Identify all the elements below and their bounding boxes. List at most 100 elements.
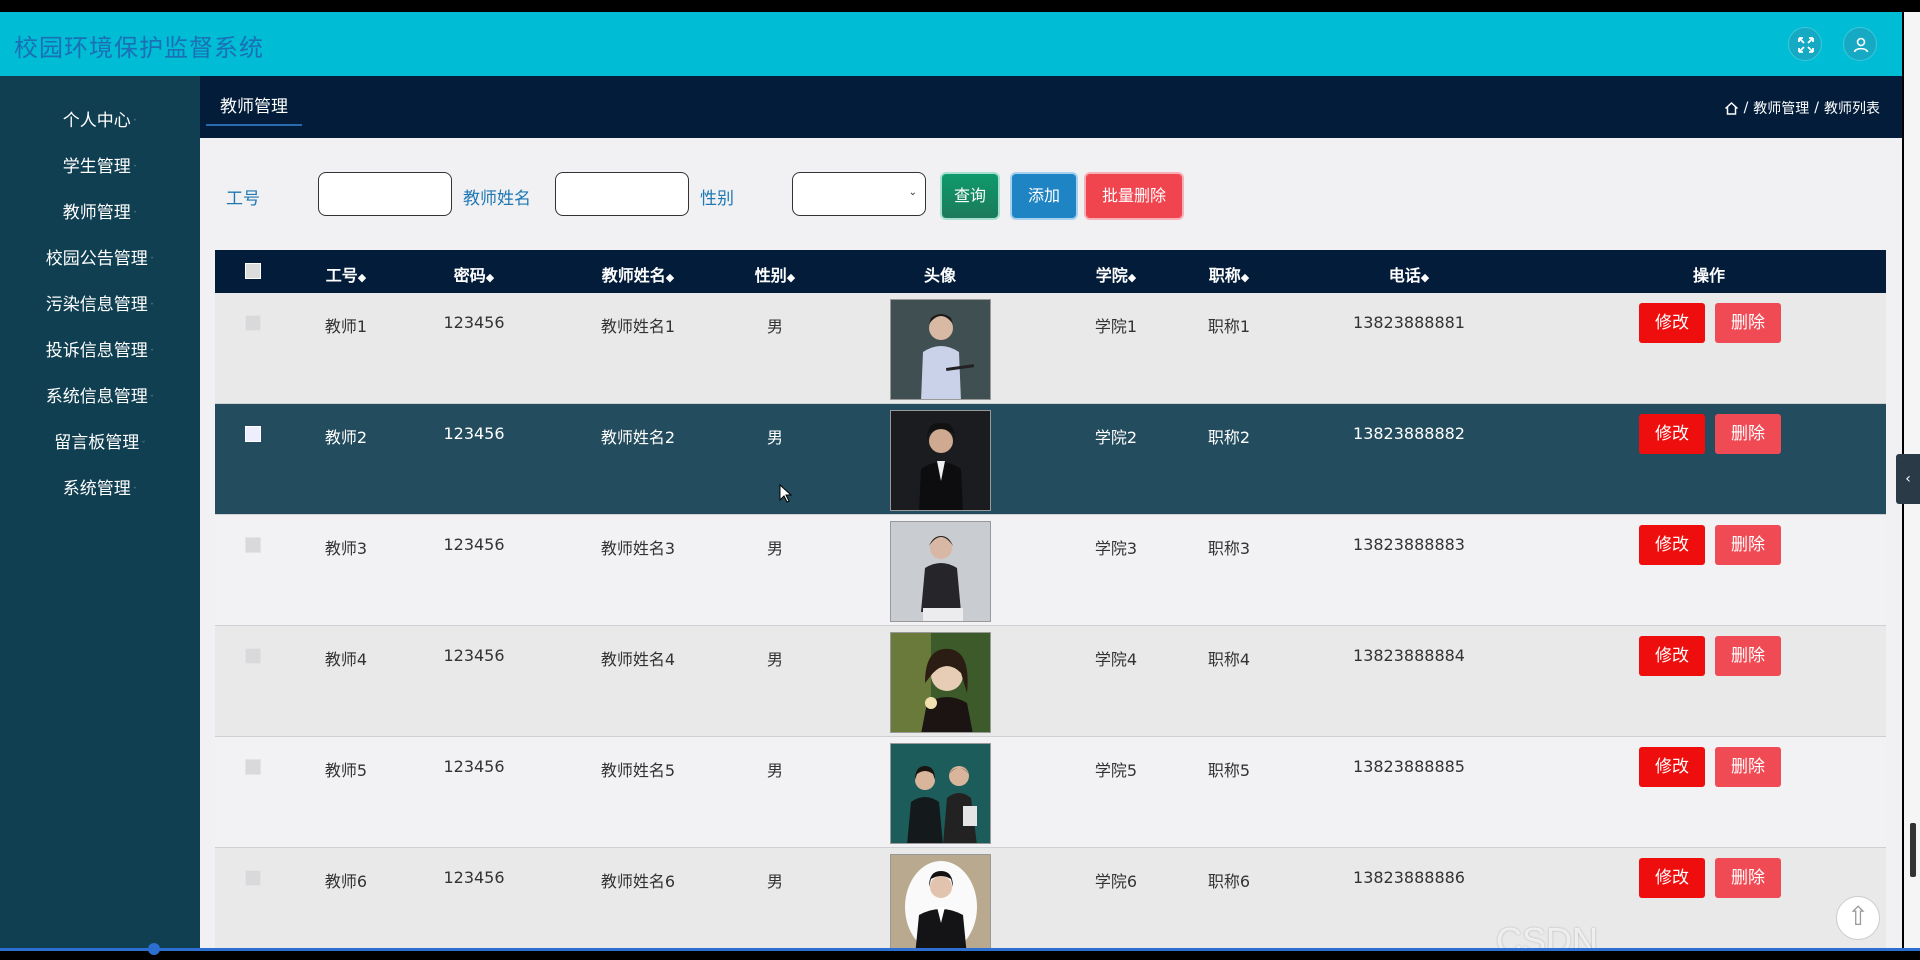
- breadcrumb-item: 教师列表: [1824, 101, 1880, 117]
- sidebar-item-message-board[interactable]: 留言板管理 ˇ: [0, 420, 200, 466]
- column-header-phone[interactable]: 电话◆: [1389, 262, 1429, 286]
- teacher-id-input[interactable]: [318, 172, 452, 216]
- table-row[interactable]: 教师5 123456 教师姓名5 男 学院5 职称5 13823888885 修…: [215, 737, 1886, 848]
- sidebar-item-teachers[interactable]: 教师管理 ˇ: [0, 190, 200, 236]
- cell-college: 学院6: [1094, 872, 1138, 891]
- cell-phone: 13823888884: [1353, 646, 1465, 665]
- sidebar-item-system[interactable]: 系统管理 ˇ: [0, 466, 200, 512]
- expand-icon: [1798, 37, 1814, 53]
- delete-button[interactable]: 删除: [1715, 525, 1781, 565]
- avatar: [890, 521, 991, 622]
- select-all-checkbox[interactable]: [245, 263, 261, 279]
- edit-button[interactable]: 修改: [1639, 525, 1705, 565]
- cell-name: 教师姓名2: [600, 428, 676, 447]
- row-checkbox[interactable]: [245, 648, 261, 664]
- edit-button[interactable]: 修改: [1639, 747, 1705, 787]
- cell-password: 123456: [443, 313, 505, 332]
- teacher-id-label: 工号: [226, 189, 260, 209]
- home-icon[interactable]: [1724, 101, 1739, 116]
- breadcrumb-separator: /: [1814, 100, 1819, 116]
- delete-button[interactable]: 删除: [1715, 414, 1781, 454]
- table-row[interactable]: 教师3 123456 教师姓名3 男 学院3 职称3 13823888883 修…: [215, 515, 1886, 626]
- cell-title: 职称3: [1207, 539, 1251, 558]
- sort-icon[interactable]: ◆: [1241, 271, 1249, 284]
- caret-icon: ˇ: [149, 395, 155, 405]
- query-button[interactable]: 查询: [942, 174, 998, 218]
- sidebar-item-announcements[interactable]: 校园公告管理 ˇ: [0, 236, 200, 282]
- sort-icon[interactable]: ◆: [358, 271, 366, 284]
- cell-name: 教师姓名1: [600, 317, 676, 336]
- teacher-name-input[interactable]: [555, 172, 689, 216]
- column-header-title[interactable]: 职称◆: [1209, 262, 1249, 286]
- caret-icon: ˇ: [149, 303, 155, 313]
- cell-title: 职称2: [1207, 428, 1251, 447]
- cell-name: 教师姓名3: [600, 539, 676, 558]
- cell-name: 教师姓名5: [600, 761, 676, 780]
- cell-id: 教师5: [324, 761, 368, 780]
- sidebar-item-personal-center[interactable]: 个人中心 ˇ: [0, 98, 200, 144]
- sidebar-item-label: 系统信息管理: [45, 387, 148, 407]
- column-header-name[interactable]: 教师姓名◆: [602, 262, 674, 286]
- mouse-cursor-icon: [779, 484, 793, 503]
- progress-handle[interactable]: [148, 943, 160, 955]
- avatar: [890, 854, 991, 948]
- edit-button[interactable]: 修改: [1639, 858, 1705, 898]
- caret-icon: ˇ: [149, 349, 155, 359]
- sidebar-item-system-info[interactable]: 系统信息管理 ˇ: [0, 374, 200, 420]
- delete-button[interactable]: 删除: [1715, 636, 1781, 676]
- cell-phone: 13823888886: [1353, 868, 1465, 887]
- cell-name: 教师姓名4: [600, 650, 676, 669]
- sort-icon[interactable]: ◆: [666, 271, 674, 284]
- sort-icon[interactable]: ◆: [486, 271, 494, 284]
- table-row[interactable]: 教师2 123456 教师姓名2 男 学院2 职称2 13823888882 修…: [215, 404, 1886, 515]
- cell-password: 123456: [443, 646, 505, 665]
- column-header-password[interactable]: 密码◆: [454, 262, 494, 286]
- breadcrumb-separator: /: [1743, 100, 1749, 116]
- gender-select[interactable]: ⌄: [792, 172, 926, 216]
- column-header-gender[interactable]: 性别◆: [755, 262, 795, 286]
- delete-button[interactable]: 删除: [1715, 858, 1781, 898]
- sidebar-item-pollution[interactable]: 污染信息管理 ˇ: [0, 282, 200, 328]
- user-menu-button[interactable]: [1843, 27, 1877, 61]
- sort-icon[interactable]: ◆: [1128, 271, 1136, 284]
- edit-button[interactable]: 修改: [1639, 414, 1705, 454]
- column-header-college[interactable]: 学院◆: [1096, 262, 1136, 286]
- delete-button[interactable]: 删除: [1715, 303, 1781, 343]
- cell-phone: 13823888885: [1353, 757, 1465, 776]
- delete-button[interactable]: 删除: [1715, 747, 1781, 787]
- progress-bar: [0, 948, 1920, 951]
- cell-id: 教师2: [324, 428, 368, 447]
- row-checkbox[interactable]: [245, 870, 261, 886]
- cell-password: 123456: [443, 868, 505, 887]
- edit-button[interactable]: 修改: [1639, 303, 1705, 343]
- sidebar-item-label: 留言板管理: [54, 433, 140, 453]
- user-icon: [1853, 37, 1869, 53]
- add-button[interactable]: 添加: [1012, 174, 1076, 218]
- batch-delete-button[interactable]: 批量删除: [1086, 174, 1182, 218]
- row-checkbox[interactable]: [245, 315, 261, 331]
- table-row[interactable]: 教师4 123456 教师姓名4 男 学院4 职称4 13823888884 修…: [215, 626, 1886, 737]
- row-checkbox[interactable]: [245, 759, 261, 775]
- cell-gender: 男: [766, 872, 784, 891]
- sidebar-item-students[interactable]: 学生管理 ˇ: [0, 144, 200, 190]
- sort-icon[interactable]: ◆: [787, 271, 795, 284]
- sort-icon[interactable]: ◆: [1421, 271, 1429, 284]
- sidebar-item-label: 系统管理: [62, 479, 131, 499]
- row-checkbox[interactable]: [245, 426, 261, 442]
- breadcrumb-item[interactable]: 教师管理: [1753, 98, 1809, 118]
- cell-gender: 男: [766, 761, 784, 780]
- scrollbar-thumb[interactable]: [1910, 823, 1916, 877]
- fullscreen-button[interactable]: [1788, 27, 1822, 61]
- tab-teacher-management[interactable]: 教师管理: [206, 90, 302, 126]
- sidebar-item-complaints[interactable]: 投诉信息管理 ˇ: [0, 328, 200, 374]
- sidebar-item-label: 学生管理: [62, 157, 131, 177]
- cell-gender: 男: [766, 428, 784, 447]
- edit-button[interactable]: 修改: [1639, 636, 1705, 676]
- column-header-id[interactable]: 工号◆: [326, 262, 366, 286]
- collapse-panel-tab[interactable]: ‹: [1896, 454, 1920, 504]
- watermark: CSDN @nodejava666666: [1496, 920, 1599, 948]
- cell-gender: 男: [766, 317, 784, 336]
- row-checkbox[interactable]: [245, 537, 261, 553]
- teacher-name-label: 教师姓名: [463, 189, 531, 209]
- table-row[interactable]: 教师1 123456 教师姓名1 男 学院1 职称1 13823888881 修…: [215, 293, 1886, 404]
